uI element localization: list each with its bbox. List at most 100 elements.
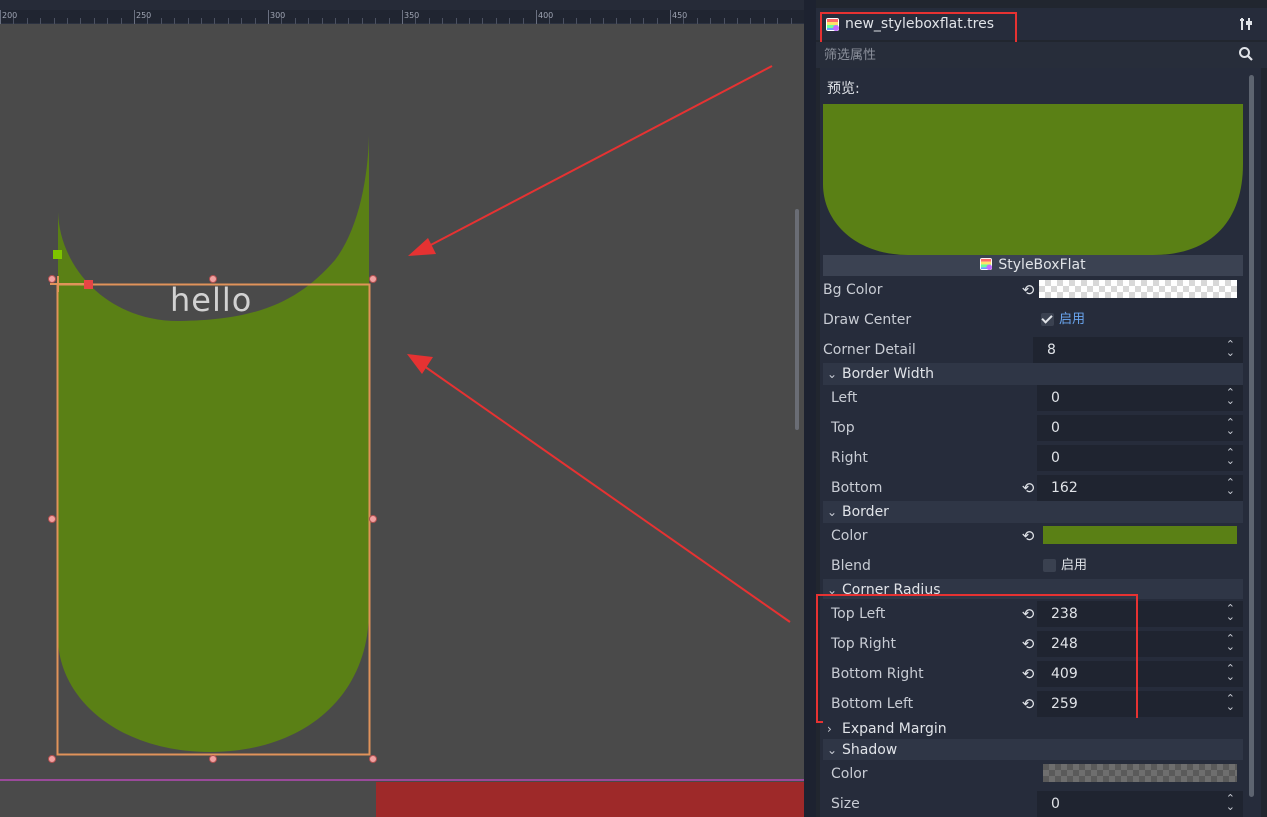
- resize-handle-bottom-right[interactable]: [369, 755, 377, 763]
- stylebox-class-header[interactable]: StyleBoxFlat: [823, 255, 1243, 276]
- stylebox-preview: [823, 104, 1243, 255]
- property-border-color: Color ⟲: [823, 522, 1243, 550]
- resize-handle-top-right[interactable]: [369, 275, 377, 283]
- section-title: Border: [842, 504, 889, 520]
- checkbox-label: 启用: [1061, 558, 1088, 573]
- spinbox-value: 0: [1051, 390, 1060, 406]
- property-label: Right: [831, 450, 868, 466]
- pivot-handle[interactable]: [84, 280, 93, 289]
- border-right-spinbox[interactable]: 0 ⌃ ⌄: [1037, 445, 1243, 471]
- spinner-arrows-icon[interactable]: ⌃ ⌄: [1226, 417, 1235, 436]
- stylebox-shape: [58, 135, 369, 752]
- border-bottom-spinbox[interactable]: 162 ⌃ ⌄: [1037, 475, 1243, 501]
- property-shadow-color: Color: [823, 760, 1243, 788]
- property-label: Bg Color: [823, 282, 883, 298]
- spinbox-value: 0: [1051, 796, 1060, 812]
- section-title: Border Width: [842, 366, 935, 382]
- spinner-arrows-icon[interactable]: ⌃ ⌄: [1226, 477, 1235, 496]
- color-swatch[interactable]: [1043, 764, 1237, 782]
- border-blend-toggle[interactable]: 启用: [1037, 553, 1243, 579]
- border-left-spinbox[interactable]: 0 ⌃ ⌄: [1037, 385, 1243, 411]
- property-border-blend: Blend 启用: [823, 552, 1243, 580]
- resize-handle-left[interactable]: [48, 515, 56, 523]
- spinner-arrows-icon[interactable]: ⌃ ⌄: [1226, 447, 1235, 466]
- bottom-guide-line: [0, 779, 804, 781]
- viewport-scrollbar[interactable]: [795, 209, 799, 430]
- checkbox-checked[interactable]: [1041, 313, 1054, 326]
- canvas-viewport[interactable]: 200 250 300 350 400 450 hello: [0, 0, 804, 817]
- spinner-arrows-icon[interactable]: ⌃ ⌄: [1226, 339, 1235, 358]
- spinner-arrows-icon[interactable]: ⌃ ⌄: [1226, 693, 1235, 712]
- color-swatch[interactable]: [1039, 280, 1237, 298]
- corner-radius-highlight: [816, 594, 1138, 723]
- property-label: Top: [831, 420, 855, 436]
- section-title: Shadow: [842, 742, 898, 758]
- revert-icon[interactable]: ⟲: [1019, 526, 1037, 546]
- filter-bar: [816, 42, 1267, 68]
- spinner-arrows-icon[interactable]: ⌃ ⌄: [1226, 387, 1235, 406]
- chevron-down-icon: ⌄: [827, 743, 838, 757]
- draw-center-toggle[interactable]: 启用: [1033, 307, 1243, 333]
- stylebox-class-name: StyleBoxFlat: [998, 257, 1086, 273]
- property-bg-color: Bg Color ⟲: [823, 276, 1243, 304]
- preview-label: 预览:: [827, 81, 860, 97]
- section-expand-margin[interactable]: › Expand Margin: [823, 718, 1243, 738]
- property-border-top: Top 0 ⌃ ⌄: [823, 414, 1243, 442]
- spinbox-value: 8: [1047, 342, 1056, 358]
- anchor-handle[interactable]: [53, 250, 62, 259]
- resize-handle-bottom-left[interactable]: [48, 755, 56, 763]
- annotation-arrowhead-2: [407, 354, 433, 374]
- bg-color-picker[interactable]: [1033, 277, 1243, 303]
- checkbox-unchecked[interactable]: [1043, 559, 1056, 572]
- property-label: Left: [831, 390, 858, 406]
- property-border-bottom: Bottom ⟲ 162 ⌃ ⌄: [823, 474, 1243, 502]
- property-label: Corner Detail: [823, 342, 916, 358]
- color-swatch[interactable]: [1043, 526, 1237, 544]
- inspector-panel: new_styleboxflat.tres 预览: StyleBoxFlat B…: [816, 0, 1267, 817]
- property-draw-center: Draw Center 启用: [823, 306, 1243, 334]
- property-label: Bottom: [831, 480, 883, 496]
- label-node-text: hello: [170, 281, 253, 319]
- inspector-top-toolbar: [816, 0, 1267, 8]
- spinner-arrows-icon[interactable]: ⌃ ⌄: [1226, 663, 1235, 682]
- shadow-size-spinbox[interactable]: 0 ⌃ ⌄: [1037, 791, 1243, 817]
- search-icon[interactable]: [1238, 46, 1254, 62]
- property-border-left: Left 0 ⌃ ⌄: [823, 384, 1243, 412]
- property-label: Color: [831, 766, 868, 782]
- spinbox-value: 0: [1051, 420, 1060, 436]
- section-border-width[interactable]: ⌄ Border Width: [823, 363, 1243, 385]
- section-border[interactable]: ⌄ Border: [823, 501, 1243, 523]
- resize-handle-bottom[interactable]: [209, 755, 217, 763]
- spinner-arrows-icon[interactable]: ⌃ ⌄: [1226, 793, 1235, 812]
- bottom-color-rect: [376, 782, 804, 817]
- revert-icon[interactable]: ⟲: [1019, 478, 1037, 498]
- property-label: Draw Center: [823, 312, 912, 328]
- property-label: Blend: [831, 558, 871, 574]
- spinner-arrows-icon[interactable]: ⌃ ⌄: [1226, 633, 1235, 652]
- property-shadow-size: Size 0 ⌃ ⌄: [823, 790, 1243, 817]
- chevron-down-icon: ⌄: [827, 367, 838, 381]
- spinbox-value: 0: [1051, 450, 1060, 466]
- property-corner-detail: Corner Detail 8 ⌃ ⌄: [823, 336, 1243, 364]
- property-label: Size: [831, 796, 860, 812]
- corner-detail-spinbox[interactable]: 8 ⌃ ⌄: [1033, 337, 1243, 363]
- spinner-arrows-icon[interactable]: ⌃ ⌄: [1226, 603, 1235, 622]
- property-border-right: Right 0 ⌃ ⌄: [823, 444, 1243, 472]
- inspector-scrollbar[interactable]: [1249, 75, 1254, 797]
- resize-handle-top-left[interactable]: [48, 275, 56, 283]
- property-label: Color: [831, 528, 868, 544]
- shadow-color-picker[interactable]: [1037, 761, 1243, 787]
- section-title: Expand Margin: [842, 721, 947, 737]
- filter-properties-input[interactable]: [824, 46, 1224, 64]
- section-shadow[interactable]: ⌄ Shadow: [823, 739, 1243, 760]
- chevron-right-icon: ›: [827, 722, 832, 736]
- tools-icon[interactable]: [1238, 16, 1254, 32]
- spinbox-value: 162: [1051, 480, 1078, 496]
- resize-handle-right[interactable]: [369, 515, 377, 523]
- chevron-down-icon: ⌄: [827, 505, 838, 519]
- canvas-drawing: [48, 65, 791, 763]
- panel-divider[interactable]: [804, 0, 816, 817]
- border-top-spinbox[interactable]: 0 ⌃ ⌄: [1037, 415, 1243, 441]
- border-color-picker[interactable]: [1037, 523, 1243, 549]
- stylebox-class-icon: [980, 258, 993, 270]
